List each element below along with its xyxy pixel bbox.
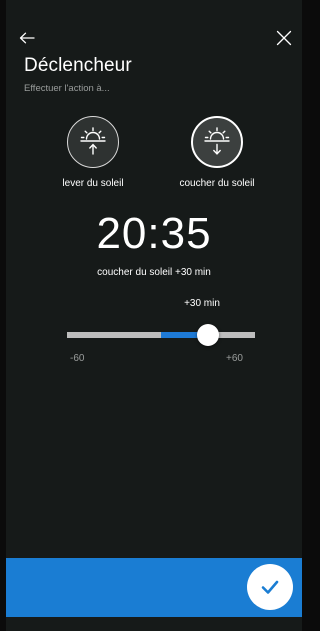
- sunset-circle: [191, 116, 243, 168]
- sunset-option[interactable]: coucher du soleil: [162, 116, 272, 189]
- trigger-panel: [6, 0, 302, 631]
- page-subtitle: Effectuer l'action à...: [24, 83, 110, 94]
- sunrise-circle: [67, 116, 119, 168]
- confirm-button[interactable]: [247, 564, 293, 610]
- sunset-label: coucher du soleil: [179, 178, 255, 189]
- offset-slider[interactable]: [67, 324, 255, 346]
- sunrise-option[interactable]: lever du soleil: [38, 116, 148, 189]
- page-title: Déclencheur: [24, 55, 132, 76]
- back-button[interactable]: [14, 25, 40, 51]
- check-icon: [261, 580, 279, 594]
- sunset-icon: [204, 127, 230, 155]
- slider-min-label: -60: [70, 353, 85, 364]
- time-display: 20:35: [96, 209, 212, 258]
- time-caption: coucher du soleil +30 min: [97, 267, 211, 278]
- slider-thumb[interactable]: [197, 324, 219, 346]
- sunrise-label: lever du soleil: [62, 178, 124, 189]
- close-icon: [276, 30, 292, 46]
- screen: Déclencheur Effectuer l'action à... leve…: [0, 0, 308, 631]
- slider-value-label: +30 min: [184, 298, 220, 309]
- arrow-left-icon: [19, 32, 35, 44]
- slider-max-label: +60: [226, 353, 243, 364]
- close-button[interactable]: [270, 24, 298, 52]
- sunrise-icon: [80, 127, 106, 155]
